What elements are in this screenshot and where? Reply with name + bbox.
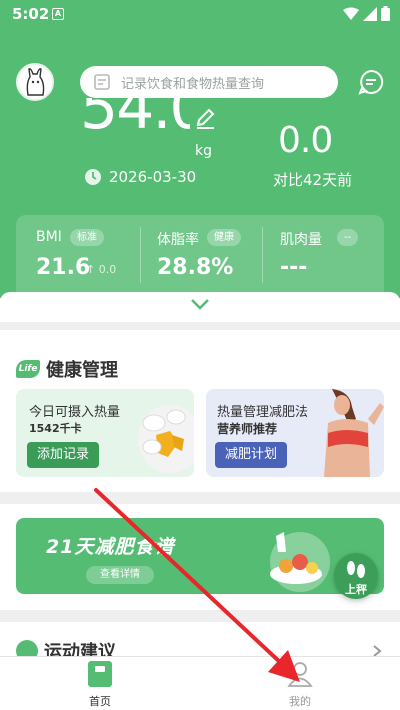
footprint-icon — [347, 561, 365, 578]
section-title: Life 健康管理 — [16, 356, 118, 382]
diet-recipe-banner[interactable]: 21天减肥食谱 查看详情 — [16, 518, 384, 594]
weight-unit: kg — [195, 143, 212, 159]
section-title-text: 运动建议 — [44, 642, 116, 656]
metric-delta: ↑ 0.0 — [86, 263, 117, 276]
bottom-nav: 首页 我的 — [0, 656, 400, 710]
calorie-value: 1542千卡 — [29, 422, 82, 435]
search-placeholder: 记录饮食和食物热量查询 — [121, 76, 265, 92]
status-badge: -- — [337, 229, 359, 246]
nav-item-mine[interactable]: 我的 — [260, 661, 340, 709]
person-icon — [287, 662, 313, 687]
calorie-title: 今日可摄入热量 — [29, 405, 121, 420]
diet-subtitle: 营养师推荐 — [217, 422, 278, 436]
status-bar: 5:02 A — [0, 0, 400, 28]
status-app-icon: A — [52, 8, 64, 20]
status-time: 5:02 — [12, 5, 50, 23]
chevron-right-icon[interactable] — [372, 644, 382, 656]
expand-strip[interactable] — [0, 292, 400, 322]
recipe-illustration — [270, 532, 330, 592]
status-badge: 健康 — [207, 229, 241, 246]
view-details-button[interactable]: 查看详情 — [86, 566, 154, 584]
health-management-section: Life 健康管理 今日可摄入热量 1542千卡 添加记录 热量管理减肥法 营养… — [0, 330, 400, 492]
status-icons — [343, 6, 390, 21]
metric-muscle[interactable]: 肌肉量 -- --- — [263, 215, 384, 297]
weigh-date: 2026-03-30 — [84, 168, 196, 186]
exercise-advice-section[interactable]: 运动建议 — [0, 622, 400, 656]
battery-icon — [381, 6, 390, 21]
metric-label: 体脂率 — [157, 232, 199, 248]
signal-icon — [363, 6, 377, 21]
avatar-icon — [26, 68, 45, 96]
nav-item-home[interactable]: 首页 — [60, 661, 140, 709]
diet-plan-button[interactable]: 减肥计划 — [215, 442, 287, 468]
fitness-person-image — [324, 389, 384, 477]
life-icon: Life — [16, 360, 40, 378]
metric-body-fat[interactable]: 体脂率 健康 28.8% — [141, 215, 263, 297]
food-image — [138, 405, 194, 473]
metric-value: 21.6 — [36, 255, 91, 280]
weigh-button[interactable]: 上秤 — [334, 553, 378, 599]
date-text: 2026-03-30 — [109, 168, 197, 186]
nav-label: 我的 — [289, 695, 311, 708]
chat-icon[interactable] — [358, 69, 384, 95]
calorie-intake-card[interactable]: 今日可摄入热量 1542千卡 添加记录 — [16, 389, 194, 477]
wifi-icon — [343, 7, 359, 20]
section-title: 运动建议 — [16, 638, 116, 656]
run-icon — [16, 640, 38, 656]
weigh-label: 上秤 — [345, 583, 367, 596]
weight-loss-card[interactable]: 热量管理减肥法 营养师推荐 减肥计划 — [206, 389, 384, 477]
metric-label: 肌肉量 — [280, 232, 322, 248]
chevron-down-icon[interactable] — [190, 297, 210, 311]
avatar[interactable] — [16, 63, 54, 101]
status-badge: 标准 — [70, 229, 104, 246]
metric-value: 28.8% — [157, 255, 234, 280]
search-bar[interactable]: 记录饮食和食物热量查询 — [80, 66, 338, 98]
compare-label: 对比42天前 — [273, 171, 353, 189]
metric-bmi[interactable]: BMI 标准 21.6 ↑ 0.0 — [16, 215, 138, 297]
clock-icon — [85, 169, 101, 185]
edit-icon[interactable] — [194, 107, 216, 129]
metric-value: --- — [280, 255, 308, 280]
current-weight: 54.0 — [80, 98, 190, 150]
compare-value: 0.0 — [278, 120, 333, 161]
add-record-button[interactable]: 添加记录 — [27, 442, 99, 468]
banner-title: 21天减肥食谱 — [46, 536, 175, 558]
section-title-text: 健康管理 — [46, 360, 118, 381]
weight-value-text: 54.0 — [80, 98, 190, 143]
metric-label: BMI — [36, 229, 62, 245]
body-metrics-card[interactable]: BMI 标准 21.6 ↑ 0.0 体脂率 健康 28.8% 肌肉量 -- --… — [16, 215, 384, 297]
diet-title: 热量管理减肥法 — [217, 405, 309, 420]
home-icon — [88, 661, 112, 687]
notepad-icon — [94, 74, 110, 90]
nav-label: 首页 — [89, 695, 111, 708]
